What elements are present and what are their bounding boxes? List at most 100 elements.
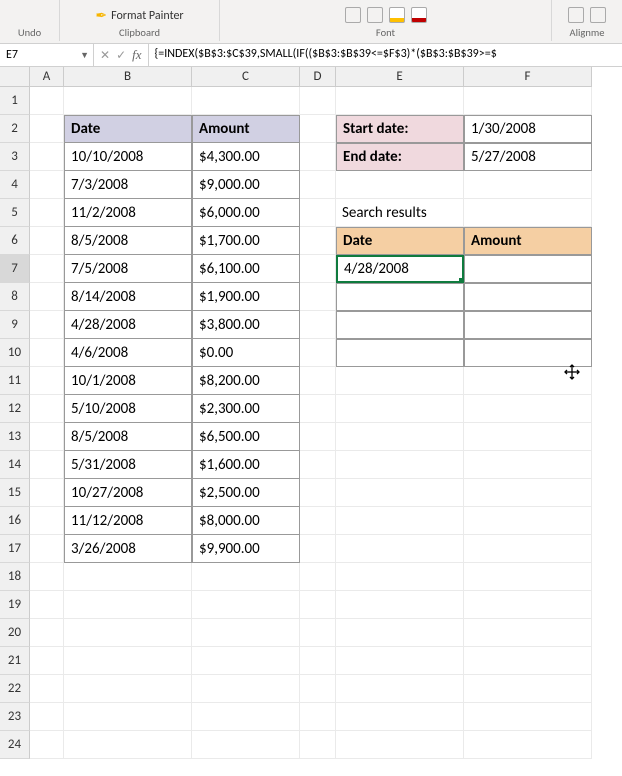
align-left-icon[interactable] xyxy=(568,7,584,23)
cell-bg-D7[interactable] xyxy=(300,255,336,283)
row-header-22[interactable]: 22 xyxy=(0,675,30,703)
cell-bg-A22[interactable] xyxy=(30,675,64,703)
cell-bg-A14[interactable] xyxy=(30,451,64,479)
cell-bg-F20[interactable] xyxy=(464,619,592,647)
cell-bg-E20[interactable] xyxy=(336,619,464,647)
cell-bg-E13[interactable] xyxy=(336,423,464,451)
cell-bg-E16[interactable] xyxy=(336,507,464,535)
row-header-16[interactable]: 16 xyxy=(0,507,30,535)
cell-bg-D18[interactable] xyxy=(300,563,336,591)
cell-bg-D24[interactable] xyxy=(300,731,336,759)
cell-bg-A3[interactable] xyxy=(30,143,64,171)
main-header-amount[interactable]: Amount xyxy=(192,115,300,143)
row-header-6[interactable]: 6 xyxy=(0,227,30,255)
col-header-C[interactable]: C xyxy=(192,67,300,87)
cell-bg-D9[interactable] xyxy=(300,311,336,339)
name-box[interactable]: E7 ▼ xyxy=(0,44,94,66)
main-date-0[interactable]: 10/10/2008 xyxy=(64,143,192,171)
results-header-amount[interactable]: Amount xyxy=(464,227,592,255)
main-amount-9[interactable]: $2,300.00 xyxy=(192,395,300,423)
main-date-14[interactable]: 3/26/2008 xyxy=(64,535,192,563)
cell-bg-F19[interactable] xyxy=(464,591,592,619)
cell-bg-B23[interactable] xyxy=(64,703,192,731)
cell-bg-D15[interactable] xyxy=(300,479,336,507)
formula-input[interactable]: {=INDEX($B$3:$C$39,SMALL(IF(($B$3:$B$39<… xyxy=(149,44,622,66)
cell-bg-E15[interactable] xyxy=(336,479,464,507)
main-date-8[interactable]: 10/1/2008 xyxy=(64,367,192,395)
cell-bg-A21[interactable] xyxy=(30,647,64,675)
row-header-20[interactable]: 20 xyxy=(0,619,30,647)
main-header-date[interactable]: Date xyxy=(64,115,192,143)
cell-bg-B21[interactable] xyxy=(64,647,192,675)
cell-bg-A24[interactable] xyxy=(30,731,64,759)
cell-bg-A10[interactable] xyxy=(30,339,64,367)
main-date-12[interactable]: 10/27/2008 xyxy=(64,479,192,507)
cell-bg-A17[interactable] xyxy=(30,535,64,563)
cell-bg-E21[interactable] xyxy=(336,647,464,675)
row-header-18[interactable]: 18 xyxy=(0,563,30,591)
cell-bg-B24[interactable] xyxy=(64,731,192,759)
cell-bg-C23[interactable] xyxy=(192,703,300,731)
cell-bg-D6[interactable] xyxy=(300,227,336,255)
main-date-6[interactable]: 4/28/2008 xyxy=(64,311,192,339)
cell-bg-A13[interactable] xyxy=(30,423,64,451)
main-date-1[interactable]: 7/3/2008 xyxy=(64,171,192,199)
row-header-24[interactable]: 24 xyxy=(0,731,30,759)
row-header-2[interactable]: 2 xyxy=(0,115,30,143)
cell-bg-B18[interactable] xyxy=(64,563,192,591)
cell-bg-D17[interactable] xyxy=(300,535,336,563)
cell-bg-C21[interactable] xyxy=(192,647,300,675)
cell-bg-D14[interactable] xyxy=(300,451,336,479)
cell-bg-A6[interactable] xyxy=(30,227,64,255)
align-center-icon[interactable] xyxy=(590,7,606,23)
cell-bg-D1[interactable] xyxy=(300,87,336,115)
cell-bg-A4[interactable] xyxy=(30,171,64,199)
row-header-23[interactable]: 23 xyxy=(0,703,30,731)
row-header-13[interactable]: 13 xyxy=(0,423,30,451)
row-header-19[interactable]: 19 xyxy=(0,591,30,619)
main-amount-5[interactable]: $1,900.00 xyxy=(192,283,300,311)
cell-bg-A18[interactable] xyxy=(30,563,64,591)
main-date-9[interactable]: 5/10/2008 xyxy=(64,395,192,423)
cell-bg-D23[interactable] xyxy=(300,703,336,731)
cancel-icon[interactable]: ✕ xyxy=(100,48,110,63)
row-header-17[interactable]: 17 xyxy=(0,535,30,563)
cell-bg-A5[interactable] xyxy=(30,199,64,227)
cell-bg-E18[interactable] xyxy=(336,563,464,591)
cell-bg-D21[interactable] xyxy=(300,647,336,675)
cell-bg-A15[interactable] xyxy=(30,479,64,507)
cell-bg-A23[interactable] xyxy=(30,703,64,731)
col-header-E[interactable]: E xyxy=(336,67,464,87)
cell-bg-C22[interactable] xyxy=(192,675,300,703)
cell-bg-D4[interactable] xyxy=(300,171,336,199)
cell-bg-A20[interactable] xyxy=(30,619,64,647)
cell-bg-C18[interactable] xyxy=(192,563,300,591)
main-amount-8[interactable]: $8,200.00 xyxy=(192,367,300,395)
cell-bg-B1[interactable] xyxy=(64,87,192,115)
end-date-value[interactable]: 5/27/2008 xyxy=(464,143,592,171)
cell-bg-D16[interactable] xyxy=(300,507,336,535)
cell-bg-D12[interactable] xyxy=(300,395,336,423)
cell-bg-F1[interactable] xyxy=(464,87,592,115)
main-amount-2[interactable]: $6,000.00 xyxy=(192,199,300,227)
main-amount-7[interactable]: $0.00 xyxy=(192,339,300,367)
cell-bg-A11[interactable] xyxy=(30,367,64,395)
cell-bg-E4[interactable] xyxy=(336,171,464,199)
chevron-down-icon[interactable]: ▼ xyxy=(80,50,89,61)
cell-bg-E1[interactable] xyxy=(336,87,464,115)
row-header-7[interactable]: 7 xyxy=(0,255,30,283)
cell-bg-C19[interactable] xyxy=(192,591,300,619)
cell-bg-A16[interactable] xyxy=(30,507,64,535)
result-date-1[interactable] xyxy=(336,283,464,311)
row-header-3[interactable]: 3 xyxy=(0,143,30,171)
bold-icon[interactable] xyxy=(345,7,361,23)
cell-bg-A9[interactable] xyxy=(30,311,64,339)
row-header-4[interactable]: 4 xyxy=(0,171,30,199)
cell-bg-E17[interactable] xyxy=(336,535,464,563)
row-header-12[interactable]: 12 xyxy=(0,395,30,423)
cell-bg-F13[interactable] xyxy=(464,423,592,451)
main-date-7[interactable]: 4/6/2008 xyxy=(64,339,192,367)
result-date-3[interactable] xyxy=(336,339,464,367)
search-results-title[interactable]: Search results xyxy=(336,199,464,227)
main-date-2[interactable]: 11/2/2008 xyxy=(64,199,192,227)
